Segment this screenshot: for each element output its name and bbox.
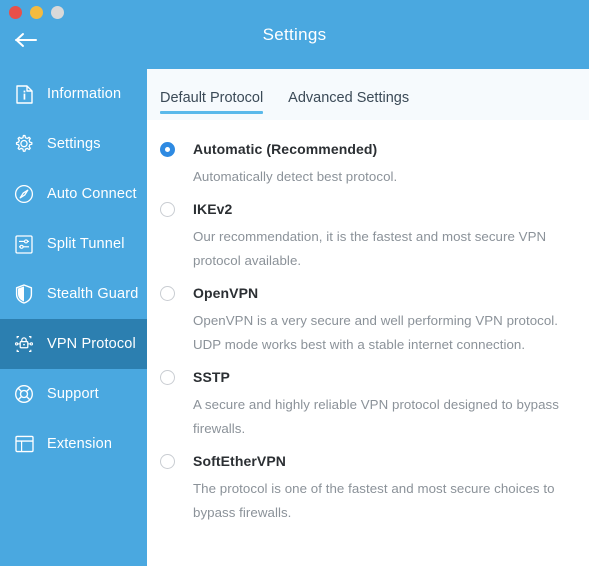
tab-label: Default Protocol — [160, 90, 264, 106]
sidebar: Information Settings Auto Connect Split … — [0, 0, 147, 566]
back-arrow-icon — [15, 33, 37, 47]
radio-automatic[interactable] — [160, 142, 175, 157]
sidebar-item-label: Split Tunnel — [47, 236, 125, 252]
tab-advanced-settings[interactable]: Advanced Settings — [288, 90, 409, 114]
sidebar-item-label: Extension — [47, 436, 113, 452]
protocol-description: OpenVPN is a very secure and well perfor… — [193, 313, 559, 352]
protocol-title: SoftEtherVPN — [193, 453, 286, 469]
header-bar: Settings — [147, 0, 589, 69]
sidebar-nav: Information Settings Auto Connect Split … — [0, 69, 147, 469]
window-controls — [9, 6, 64, 19]
radio-softethervpn[interactable] — [160, 454, 175, 469]
app-window: Information Settings Auto Connect Split … — [0, 0, 589, 566]
sidebar-item-label: Settings — [47, 136, 101, 152]
radio-sstp[interactable] — [160, 370, 175, 385]
protocol-option-ikev2[interactable]: IKEv2 Our recommendation, it is the fast… — [147, 200, 589, 273]
sidebar-item-label: Stealth Guard — [47, 286, 139, 302]
protocol-option-automatic[interactable]: Automatic (Recommended) Automatically de… — [147, 140, 589, 189]
protocol-description: Automatically detect best protocol. — [193, 169, 398, 184]
vpn-protocol-icon — [14, 334, 34, 354]
protocol-title: IKEv2 — [193, 201, 233, 217]
close-button[interactable] — [9, 6, 22, 19]
back-button[interactable] — [12, 28, 40, 52]
extension-icon — [14, 434, 34, 454]
sidebar-item-stealth-guard[interactable]: Stealth Guard — [0, 269, 147, 319]
tab-bar: Default Protocol Advanced Settings — [147, 69, 589, 120]
protocol-title: OpenVPN — [193, 285, 259, 301]
protocol-title: Automatic (Recommended) — [193, 141, 378, 157]
protocol-description: A secure and highly reliable VPN protoco… — [193, 397, 559, 436]
radio-ikev2[interactable] — [160, 202, 175, 217]
protocol-option-softethervpn[interactable]: SoftEtherVPN The protocol is one of the … — [147, 452, 589, 525]
minimize-button[interactable] — [30, 6, 43, 19]
protocol-description: The protocol is one of the fastest and m… — [193, 481, 555, 520]
sidebar-item-extension[interactable]: Extension — [0, 419, 147, 469]
sidebar-item-auto-connect[interactable]: Auto Connect — [0, 169, 147, 219]
protocol-option-list: Automatic (Recommended) Automatically de… — [147, 120, 589, 536]
sidebar-item-split-tunnel[interactable]: Split Tunnel — [0, 219, 147, 269]
sidebar-item-label: VPN Protocol — [47, 336, 136, 352]
gear-icon — [14, 134, 34, 154]
protocol-option-sstp[interactable]: SSTP A secure and highly reliable VPN pr… — [147, 368, 589, 441]
radio-openvpn[interactable] — [160, 286, 175, 301]
content-panel: Settings Default Protocol Advanced Setti… — [147, 0, 589, 566]
tab-default-protocol[interactable]: Default Protocol — [160, 90, 264, 114]
sidebar-item-settings[interactable]: Settings — [0, 119, 147, 169]
sidebar-item-vpn-protocol[interactable]: VPN Protocol — [0, 319, 147, 369]
auto-connect-icon — [14, 184, 34, 204]
sidebar-item-support[interactable]: Support — [0, 369, 147, 419]
sidebar-item-label: Support — [47, 386, 99, 402]
sidebar-item-label: Auto Connect — [47, 186, 137, 202]
protocol-option-openvpn[interactable]: OpenVPN OpenVPN is a very secure and wel… — [147, 284, 589, 357]
protocol-description: Our recommendation, it is the fastest an… — [193, 229, 547, 268]
zoom-button[interactable] — [51, 6, 64, 19]
lifebuoy-icon — [14, 384, 34, 404]
tab-label: Advanced Settings — [288, 90, 410, 106]
split-tunnel-icon — [14, 234, 34, 254]
shield-icon — [14, 284, 34, 304]
sidebar-item-information[interactable]: Information — [0, 69, 147, 119]
sidebar-item-label: Information — [47, 86, 122, 102]
protocol-title: SSTP — [193, 369, 230, 385]
information-icon — [14, 84, 34, 104]
